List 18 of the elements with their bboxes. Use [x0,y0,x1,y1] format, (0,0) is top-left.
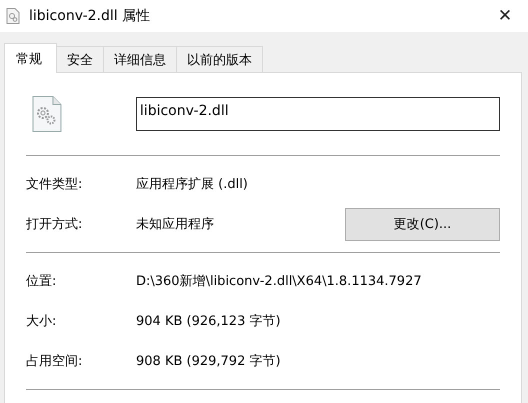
property-label: 文件类型: [26,176,84,193]
file-gears-icon [6,8,20,24]
property-value: D:\360新增\libiconv-2.dll\X64\1.8.1134.7927 [136,273,423,290]
tab[interactable]: 以前的版本 [176,46,263,72]
file-name-field[interactable]: libiconv-2.dll [136,97,500,131]
property-value: 908 KB (929,792 字节) [136,353,282,370]
property-value: 未知应用程序 [136,216,215,233]
window-title: libiconv-2.dll 属性 [29,7,152,25]
file-gears-icon [32,96,62,132]
property-label: 位置: [26,273,58,290]
close-button[interactable]: ✕ [482,0,528,32]
tab[interactable]: 常规 [4,43,57,73]
property-label: 大小: [26,313,58,330]
property-label: 占用空间: [26,353,84,370]
property-value: 应用程序扩展 (.dll) [136,176,249,193]
property-label: 打开方式: [26,216,84,233]
property-value: 904 KB (926,123 字节) [136,313,282,330]
change-button[interactable]: 更改(C)... [345,208,500,240]
